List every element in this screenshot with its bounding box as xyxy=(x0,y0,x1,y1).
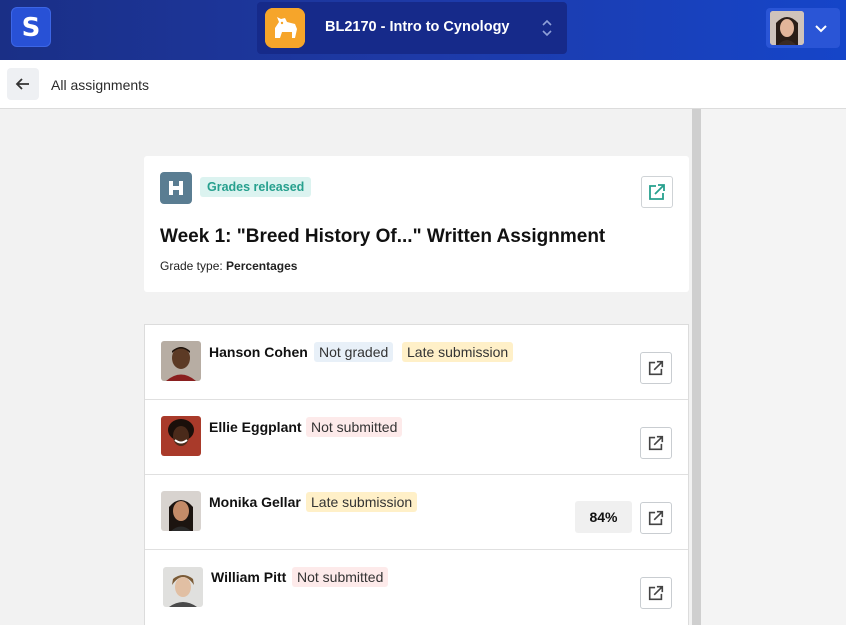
tag-not-graded: Not graded xyxy=(314,342,394,362)
svg-text:S: S xyxy=(22,13,41,41)
tag-not-submitted: Not submitted xyxy=(306,417,403,437)
external-link-icon xyxy=(649,184,665,200)
assignment-title: Week 1: "Breed History Of..." Written As… xyxy=(160,226,606,247)
tag-late-submission: Late submission xyxy=(306,492,418,512)
h-logo-icon xyxy=(160,172,192,204)
back-link-label[interactable]: All assignments xyxy=(51,77,149,93)
dog-icon xyxy=(265,8,305,48)
status-badge: Grades released xyxy=(200,177,312,197)
student-name[interactable]: William Pitt xyxy=(211,569,286,585)
course-switcher[interactable]: BL2170 - Intro to Cynology xyxy=(257,2,567,54)
student-name[interactable]: Monika Gellar xyxy=(209,494,301,510)
student-avatar xyxy=(161,491,201,531)
grade-score: 84% xyxy=(575,501,632,533)
app-logo[interactable]: S xyxy=(11,7,51,47)
top-bar: S BL2170 - Intro to Cynology xyxy=(0,0,846,60)
student-row: Ellie Eggplant Not submitted xyxy=(145,400,688,475)
user-avatar xyxy=(770,11,804,45)
pane-divider[interactable] xyxy=(692,109,701,625)
open-assignment-button[interactable] xyxy=(641,176,673,208)
student-avatar xyxy=(163,567,203,607)
student-list: Hanson Cohen Not graded Late submission … xyxy=(144,324,689,625)
student-row: Hanson Cohen Not graded Late submission xyxy=(145,325,688,400)
open-submission-button[interactable] xyxy=(640,577,672,609)
student-avatar xyxy=(161,416,201,456)
sub-header: All assignments xyxy=(0,60,846,109)
student-row: Monika Gellar Late submission 84% xyxy=(145,475,688,550)
tag-not-submitted: Not submitted xyxy=(292,567,389,587)
arrow-left-icon xyxy=(15,78,29,90)
student-name[interactable]: Hanson Cohen xyxy=(209,344,308,360)
open-submission-button[interactable] xyxy=(640,427,672,459)
grade-type: Grade type: Percentages xyxy=(160,259,297,273)
tag-late-submission: Late submission xyxy=(402,342,514,362)
grade-type-value: Percentages xyxy=(226,259,298,273)
course-title: BL2170 - Intro to Cynology xyxy=(325,19,510,35)
external-link-icon xyxy=(648,435,664,451)
student-row: William Pitt Not submitted xyxy=(145,550,688,625)
open-submission-button[interactable] xyxy=(640,502,672,534)
detail-pane xyxy=(701,109,846,625)
s-logo-icon: S xyxy=(22,13,41,41)
assignment-card: Grades released Week 1: "Breed History O… xyxy=(144,156,689,292)
open-submission-button[interactable] xyxy=(640,352,672,384)
back-button[interactable] xyxy=(7,68,39,100)
chevron-up-down-icon xyxy=(542,19,552,37)
grade-type-label: Grade type: xyxy=(160,259,223,273)
chevron-down-icon xyxy=(815,25,827,33)
external-link-icon xyxy=(648,510,664,526)
user-menu[interactable] xyxy=(766,8,840,48)
student-name[interactable]: Ellie Eggplant xyxy=(209,419,302,435)
external-link-icon xyxy=(648,360,664,376)
external-link-icon xyxy=(648,585,664,601)
student-avatar xyxy=(161,341,201,381)
